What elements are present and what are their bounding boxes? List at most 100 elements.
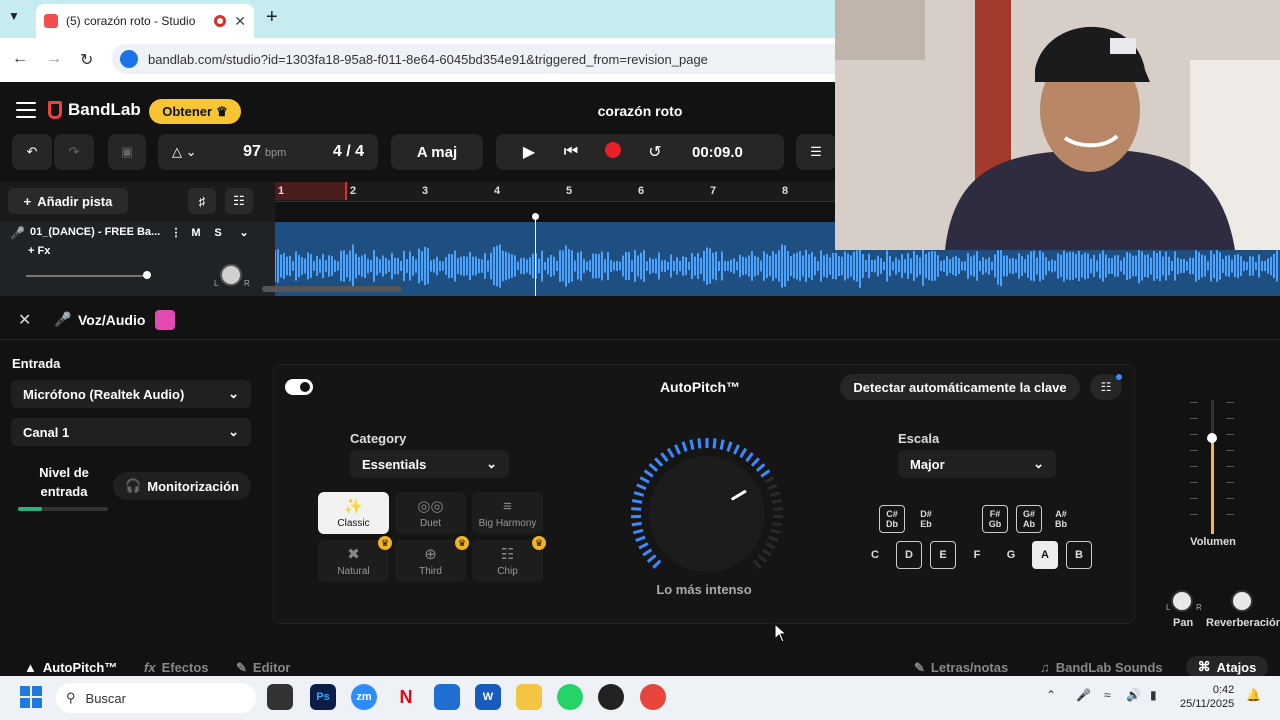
close-panel-icon[interactable]: ✕	[18, 310, 31, 330]
key-d-sharp[interactable]: D# Eb	[913, 505, 939, 533]
scale-select[interactable]: Major ⌄	[898, 450, 1056, 478]
preset-big-harmony[interactable]: ≡ Big Harmony	[472, 492, 543, 534]
forward-arrow-icon[interactable]: →	[46, 50, 62, 68]
speaker-icon[interactable]: 🔊	[1126, 688, 1141, 702]
battery-icon[interactable]: ▮	[1150, 688, 1157, 702]
word-icon[interactable]: W	[475, 684, 501, 710]
add-fx-button[interactable]: + Fx	[28, 245, 50, 257]
track-volume-slider[interactable]	[26, 275, 146, 277]
detect-key-button[interactable]: Detectar automáticamente la clave	[840, 374, 1080, 400]
track-volume-knob[interactable]	[143, 271, 151, 279]
playhead[interactable]	[535, 214, 536, 296]
chevron-down-icon[interactable]: ⌄	[234, 224, 254, 242]
tempo-group: △ ⌄ 97 bpm 4 / 4	[158, 134, 378, 170]
new-tab-button[interactable]: +	[266, 6, 278, 29]
key-label: F# Gb	[989, 509, 1002, 529]
reverb-label: Reverberación	[1206, 617, 1280, 629]
tray-mic-icon[interactable]: 🎤	[1076, 688, 1091, 702]
autopitch-toggle[interactable]	[285, 379, 313, 395]
bar-number: 3	[422, 185, 429, 197]
intensity-dial[interactable]	[630, 437, 785, 592]
volume-tick	[1226, 498, 1234, 499]
input-device-select[interactable]: Micrófono (Realtek Audio) ⌄	[11, 380, 251, 408]
time-signature[interactable]: 4 / 4	[333, 143, 364, 161]
reload-icon[interactable]: ↻	[80, 50, 93, 70]
store-icon[interactable]	[434, 684, 460, 710]
photoshop-icon[interactable]: Ps	[310, 684, 336, 710]
song-title[interactable]: corazón roto	[540, 103, 740, 119]
tab-efectos[interactable]: fx Efectos	[144, 660, 209, 675]
obs-icon[interactable]	[598, 684, 624, 710]
save-button[interactable]: ▣	[108, 134, 146, 170]
playhead-handle[interactable]	[532, 213, 539, 220]
obtener-button[interactable]: Obtener ♛	[149, 99, 241, 124]
chevron-down-icon: ⌄	[1033, 456, 1044, 471]
taskbar-search[interactable]: ⚲ Buscar	[56, 683, 256, 713]
back-arrow-icon[interactable]: ←	[12, 50, 28, 68]
task-view-icon[interactable]	[267, 684, 293, 710]
track-menu-icon[interactable]: ⋮	[166, 224, 186, 242]
browser-tab[interactable]: (5) corazón roto - Studio ✕	[36, 4, 254, 38]
wifi-icon[interactable]: ≈	[1104, 688, 1111, 702]
add-track-button[interactable]: + Añadir pista	[8, 188, 128, 214]
key-b[interactable]: B	[1066, 541, 1092, 569]
key-e[interactable]: E	[930, 541, 956, 569]
reverb-knob[interactable]	[1231, 590, 1253, 612]
horizontal-scrollbar[interactable]	[262, 286, 402, 292]
metronome-icon[interactable]: △ ⌄	[172, 144, 197, 160]
preset-duet[interactable]: ◎◎ Duet	[395, 492, 466, 534]
tab-search-icon[interactable]: ▼	[8, 9, 20, 23]
cube-icon[interactable]	[155, 310, 175, 330]
key-c[interactable]: C	[862, 541, 888, 569]
key-f-sharp[interactable]: F# Gb	[982, 505, 1008, 533]
key-g[interactable]: G	[998, 541, 1024, 569]
key-d[interactable]: D	[896, 541, 922, 569]
key-a-sharp[interactable]: A# Bb	[1048, 505, 1074, 533]
record-button[interactable]	[592, 141, 634, 163]
solo-button[interactable]: S	[208, 224, 228, 242]
chrome-icon[interactable]	[640, 684, 666, 710]
bpm-field[interactable]: 97 bpm	[243, 143, 286, 161]
monitor-button[interactable]: 🎧 Monitorización	[113, 472, 251, 500]
preset-classic[interactable]: ✨ Classic	[318, 492, 389, 534]
atajos-button[interactable]: ⌘ Atajos	[1186, 656, 1268, 678]
undo-button[interactable]: ↶	[12, 134, 52, 170]
skip-back-icon[interactable]: ⏮	[550, 143, 592, 161]
play-icon[interactable]: ▶	[508, 142, 550, 162]
key-g-sharp[interactable]: G# Ab	[1016, 505, 1042, 533]
mute-button[interactable]: M	[186, 224, 206, 242]
site-info-icon[interactable]	[120, 50, 138, 68]
notification-bell-icon[interactable]: 🔔	[1246, 688, 1261, 702]
pan-knob[interactable]	[1171, 590, 1193, 612]
mixer-button[interactable]: ☰	[796, 134, 836, 170]
category-select[interactable]: Essentials ⌄	[350, 450, 509, 478]
track-settings-button[interactable]: ☷	[225, 188, 253, 214]
timeline-ruler[interactable]	[275, 182, 835, 202]
track-pan-knob[interactable]	[220, 264, 242, 286]
windows-start-icon[interactable]	[20, 686, 42, 708]
key-c-sharp[interactable]: C# Db	[879, 505, 905, 533]
track-name[interactable]: 01_(DANCE) - FREE Ba...	[30, 226, 160, 238]
loop-icon[interactable]: ↺	[634, 142, 676, 162]
redo-button[interactable]: ↷	[54, 134, 94, 170]
key-f[interactable]: F	[964, 541, 990, 569]
taskbar-clock[interactable]: 0:42 25/11/2025	[1180, 683, 1234, 711]
channel-select[interactable]: Canal 1 ⌄	[11, 418, 251, 446]
tray-expand-icon[interactable]: ⌃	[1046, 688, 1056, 702]
bandlab-logo[interactable]: BandLab	[48, 100, 141, 120]
tab-bandlab-sounds[interactable]: ♫ BandLab Sounds	[1040, 660, 1163, 675]
tab-autopitch[interactable]: ▲ AutoPitch™	[24, 660, 117, 675]
zoom-icon[interactable]: zm	[351, 684, 377, 710]
netflix-icon[interactable]: N	[393, 684, 419, 710]
whatsapp-icon[interactable]	[557, 684, 583, 710]
close-tab-icon[interactable]: ✕	[234, 13, 246, 30]
menu-icon[interactable]	[16, 102, 36, 118]
tab-editor[interactable]: ✎ Editor	[236, 660, 290, 676]
folder-icon[interactable]	[516, 684, 542, 710]
volume-knob[interactable]	[1207, 432, 1217, 443]
key-a[interactable]: A	[1032, 541, 1058, 569]
loop-region[interactable]	[275, 182, 347, 200]
key-button[interactable]: A maj	[391, 134, 483, 170]
tuner-button[interactable]: ♯	[188, 188, 216, 214]
tab-letras[interactable]: ✎ Letras/notas	[914, 660, 1008, 676]
